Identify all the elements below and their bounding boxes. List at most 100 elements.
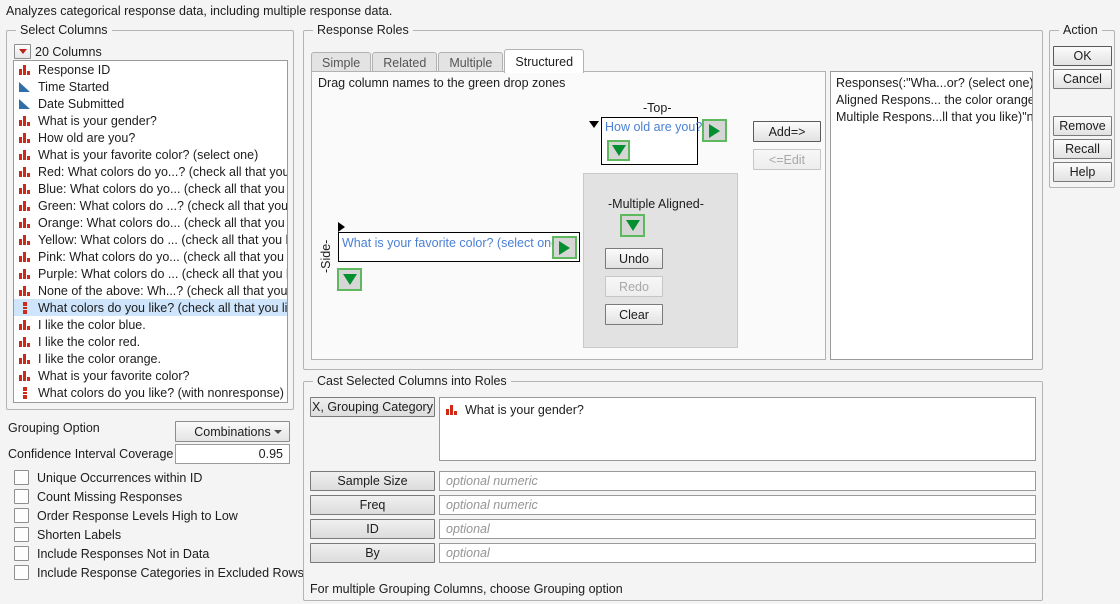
tab-related[interactable]: Related — [372, 52, 438, 73]
option-checkbox-label: Include Response Categories in Excluded … — [37, 565, 304, 580]
select-columns-title: Select Columns — [16, 23, 112, 37]
columns-count-header[interactable]: 20 Columns — [14, 44, 102, 59]
checkbox-icon[interactable] — [14, 546, 29, 561]
column-list-item-label: How old are you? — [38, 130, 136, 145]
column-list-item-label: Red: What colors do yo...? (check all th… — [38, 164, 288, 179]
nominal-bar-icon — [19, 64, 32, 76]
cast-role-field[interactable]: optional — [439, 519, 1036, 539]
top-zone-collapse-icon[interactable] — [589, 121, 599, 128]
cast-role-button[interactable]: Sample Size — [310, 471, 435, 491]
column-list-item-label: What colors do you like? (with nonrespon… — [38, 385, 284, 400]
cast-role-row: Sample Size optional numeric — [310, 471, 1036, 491]
continuous-triangle-icon — [19, 81, 32, 93]
column-list-item-label: I like the color red. — [38, 334, 141, 349]
multiple-response-icon — [19, 386, 32, 399]
side-zone-label: -Side- — [319, 239, 333, 273]
nominal-bar-icon — [19, 217, 32, 229]
column-list-item[interactable]: None of the above: Wh...? (check all tha… — [14, 282, 287, 299]
side-zone-add-below-button[interactable] — [337, 268, 362, 291]
cast-role-button[interactable]: Freq — [310, 495, 435, 515]
column-list-item[interactable]: I like the color orange. — [14, 350, 287, 367]
column-list-item[interactable]: Response ID — [14, 61, 287, 78]
checkbox-icon[interactable] — [14, 489, 29, 504]
confidence-interval-label: Confidence Interval Coverage — [8, 447, 174, 461]
option-checkbox-row[interactable]: Include Response Categories in Excluded … — [14, 563, 304, 582]
grouping-option-select[interactable]: Combinations — [175, 421, 290, 442]
cancel-button[interactable]: Cancel — [1053, 69, 1112, 89]
grouping-option-label: Grouping Option — [8, 421, 100, 435]
column-list-item[interactable]: Date Submitted — [14, 95, 287, 112]
column-list-item-label: What is your favorite color? — [38, 368, 190, 383]
help-button[interactable]: Help — [1053, 162, 1112, 182]
column-list-item[interactable]: What is your favorite color? — [14, 367, 287, 384]
add-button[interactable]: Add=> — [753, 121, 821, 142]
column-list-item[interactable]: Time Started — [14, 78, 287, 95]
script-line: Multiple Respons...ll that you like)"n) — [836, 110, 1033, 124]
tab-multiple[interactable]: Multiple — [438, 52, 504, 73]
column-list-item-label: Orange: What colors do... (check all tha… — [38, 215, 288, 230]
column-list-item[interactable]: Green: What colors do ...? (check all th… — [14, 197, 287, 214]
nominal-bar-icon — [19, 319, 32, 331]
column-list-item[interactable]: What colors do you like? (with nonrespon… — [14, 384, 287, 401]
option-checkbox-row[interactable]: Shorten Labels — [14, 525, 294, 544]
columns-listbox[interactable]: Response ID Time Started Date Submitted Wha… — [13, 60, 288, 403]
cast-role-field[interactable]: optional — [439, 543, 1036, 563]
undo-button[interactable]: Undo — [605, 248, 663, 269]
option-checkbox-row[interactable]: Unique Occurrences within ID — [14, 468, 294, 487]
confidence-interval-input[interactable]: 0.95 — [175, 444, 290, 464]
column-list-item[interactable]: What is your gender? — [14, 112, 287, 129]
column-list-item[interactable]: Orange: What colors do... (check all tha… — [14, 214, 287, 231]
top-zone-add-right-button[interactable] — [702, 119, 727, 142]
side-zone-collapse-icon[interactable] — [338, 222, 345, 232]
option-checkbox-row[interactable]: Order Response Levels High to Low — [14, 506, 294, 525]
top-zone-add-below-button[interactable] — [607, 140, 630, 161]
cast-role-row: Freq optional numeric — [310, 495, 1036, 515]
clear-button[interactable]: Clear — [605, 304, 663, 325]
column-list-item[interactable]: Blue: What colors do yo... (check all th… — [14, 180, 287, 197]
script-textarea[interactable]: Responses(:"Wha...or? (select one)"n) Ali… — [830, 71, 1033, 360]
cast-role-field[interactable]: optional numeric — [439, 471, 1036, 491]
script-line: Responses(:"Wha...or? (select one)"n) — [836, 76, 1033, 90]
column-list-item[interactable]: Pink: What colors do yo... (check all th… — [14, 248, 287, 265]
response-roles-title: Response Roles — [313, 23, 413, 37]
cast-role-button[interactable]: X, Grouping Category — [310, 397, 435, 417]
tab-simple[interactable]: Simple — [311, 52, 372, 73]
side-drop-zone[interactable]: What is your favorite color? (select one… — [338, 232, 580, 262]
checkbox-icon[interactable] — [14, 527, 29, 542]
column-list-item[interactable]: Red: What colors do yo...? (check all th… — [14, 163, 287, 180]
recall-button[interactable]: Recall — [1053, 139, 1112, 159]
column-list-item[interactable]: I like the color blue. — [14, 316, 287, 333]
column-list-item[interactable]: What is your favorite color? (select one… — [14, 146, 287, 163]
nominal-bar-icon — [19, 285, 32, 297]
response-roles-tabs[interactable]: Simple Related Multiple Structured — [311, 49, 585, 73]
columns-menu-icon[interactable] — [14, 44, 31, 59]
checkbox-icon[interactable] — [14, 508, 29, 523]
column-list-item-label: I like the color orange. — [38, 351, 161, 366]
ok-button[interactable]: OK — [1053, 46, 1112, 66]
cast-role-field[interactable]: optional numeric — [439, 495, 1036, 515]
checkbox-icon[interactable] — [14, 565, 29, 580]
multiple-aligned-add-button[interactable] — [620, 214, 645, 237]
option-checkbox-row[interactable]: Include Responses Not in Data — [14, 544, 294, 563]
option-checkbox-label: Include Responses Not in Data — [37, 546, 210, 561]
cast-role-button[interactable]: By — [310, 543, 435, 563]
checkbox-icon[interactable] — [14, 470, 29, 485]
remove-button[interactable]: Remove — [1053, 116, 1112, 136]
column-list-item-label: Blue: What colors do yo... (check all th… — [38, 181, 288, 196]
option-checkbox-row[interactable]: Count Missing Responses — [14, 487, 294, 506]
cast-role-button[interactable]: ID — [310, 519, 435, 539]
tab-structured[interactable]: Structured — [504, 49, 585, 73]
cast-role-placeholder: optional numeric — [446, 474, 538, 488]
column-list-item-label: Response ID — [38, 62, 111, 77]
column-list-item-label: Purple: What colors do ... (check all th… — [38, 266, 288, 281]
top-drop-zone[interactable]: How old are you? — [601, 117, 702, 165]
column-list-item[interactable]: I like the color red. — [14, 333, 287, 350]
column-list-item[interactable]: How old are you? — [14, 129, 287, 146]
side-zone-add-right-button[interactable] — [552, 236, 577, 259]
column-list-item[interactable]: What colors do you like? (check all that… — [14, 299, 287, 316]
cast-role-field[interactable]: What is your gender? — [439, 397, 1036, 461]
column-list-item[interactable]: Yellow: What colors do ... (check all th… — [14, 231, 287, 248]
triangle-down-icon — [342, 274, 357, 285]
cast-role-row: X, Grouping Category What is your gender? — [310, 397, 1036, 461]
column-list-item[interactable]: Purple: What colors do ... (check all th… — [14, 265, 287, 282]
